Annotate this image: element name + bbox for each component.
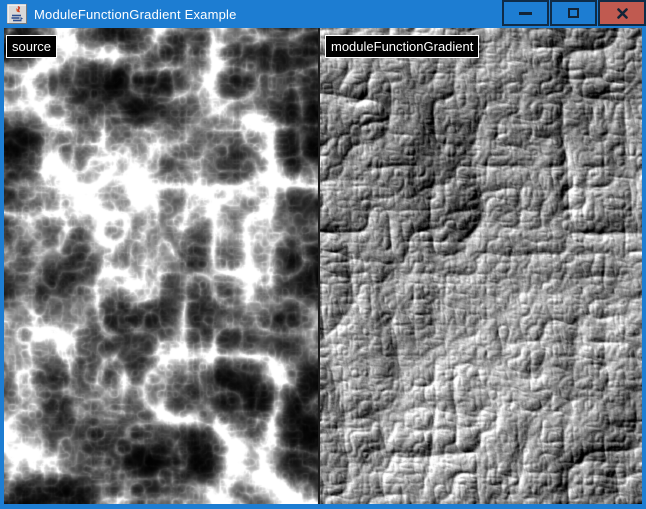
- java-cup-icon: [7, 4, 27, 24]
- close-button[interactable]: [598, 0, 646, 26]
- render-area: source moduleFunctionGradient: [0, 28, 646, 504]
- module-function-gradient-label: moduleFunctionGradient: [325, 35, 479, 58]
- source-texture: [4, 28, 318, 504]
- maximize-icon: [568, 8, 579, 18]
- close-x-icon: [617, 8, 628, 19]
- window-title: ModuleFunctionGradient Example: [34, 7, 237, 22]
- app-window: ModuleFunctionGradient Example source mo…: [0, 0, 646, 509]
- maximize-button[interactable]: [550, 0, 597, 26]
- module-function-gradient-texture: [320, 28, 642, 504]
- minimize-icon: [519, 12, 532, 15]
- source-label: source: [6, 35, 57, 58]
- titlebar[interactable]: ModuleFunctionGradient Example: [0, 0, 646, 28]
- minimize-button[interactable]: [502, 0, 549, 26]
- window-controls: [502, 0, 646, 26]
